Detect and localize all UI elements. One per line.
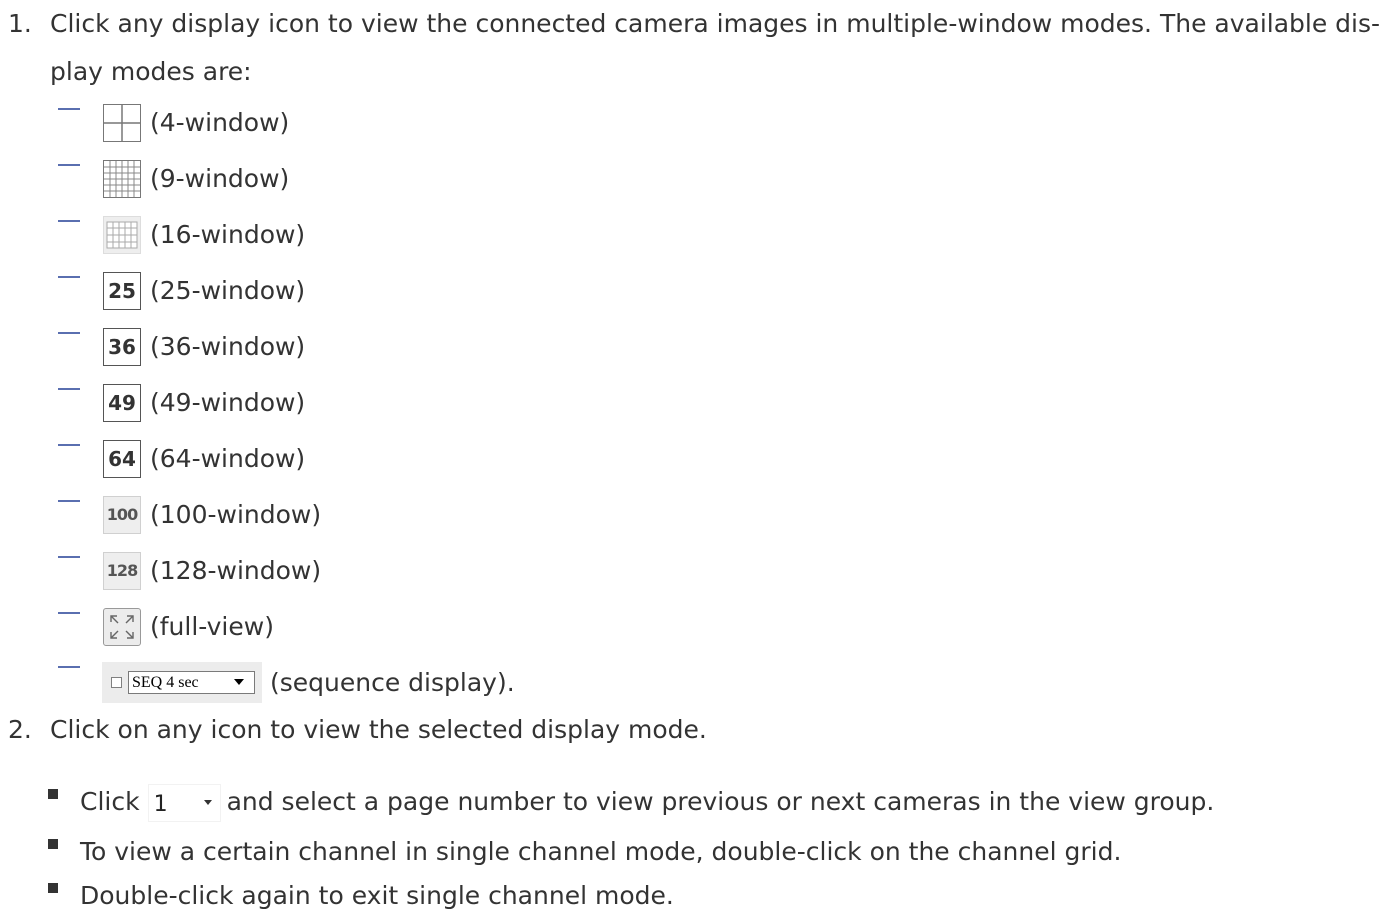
grid-3x3-icon[interactable] (103, 160, 141, 198)
note-exit-single: Double-click again to exit single channe… (44, 878, 1344, 914)
manual-page: 1. Click any display icon to view the co… (0, 0, 1379, 914)
mode-label: (4-window) (150, 108, 290, 137)
mode-item-128-window: 128 (128-window) (57, 552, 657, 592)
grid-4x4-icon[interactable] (103, 216, 141, 254)
sequence-interval-select[interactable]: SEQ 4 sec (128, 671, 255, 694)
dropdown-arrow-icon (234, 679, 244, 685)
mode-label: (49-window) (150, 388, 306, 417)
mode-item-64-window: 64 (64-window) (57, 440, 657, 480)
square-bullet-icon (48, 839, 58, 849)
step-2-text: Click on any icon to view the selected d… (50, 715, 707, 744)
page-number-dropdown[interactable]: 1 (147, 784, 221, 822)
mode-label: (36-window) (150, 332, 306, 361)
dash-marker (58, 500, 80, 502)
grid-100-icon[interactable]: 100 (103, 496, 141, 534)
dash-marker (58, 666, 80, 668)
mode-label: (25-window) (150, 276, 306, 305)
mode-item-36-window: 36 (36-window) (57, 328, 657, 368)
dash-marker (58, 276, 80, 278)
mode-item-9-window: (9-window) (57, 160, 657, 200)
sequence-interval-value: SEQ 4 sec (132, 674, 199, 691)
mode-item-16-window: (16-window) (57, 216, 657, 256)
step-2-number: 2. (8, 715, 32, 744)
note-page-select: Click 1 and select a page number to view… (44, 784, 1344, 822)
dropdown-arrow-icon (203, 800, 212, 805)
mode-label: (9-window) (150, 164, 290, 193)
mode-item-100-window: 100 (100-window) (57, 496, 657, 536)
note-text-after: and select a page number to view previou… (226, 787, 1215, 816)
mode-item-4-window: (4-window) (57, 104, 657, 144)
dash-marker (58, 388, 80, 390)
note-text: To view a certain channel in single chan… (80, 837, 1122, 866)
dash-marker (58, 332, 80, 334)
sequence-control: SEQ 4 sec (102, 662, 262, 703)
step-1-text-line2: play modes are: (50, 57, 252, 86)
grid-128-icon[interactable]: 128 (103, 552, 141, 590)
mode-label: (sequence display). (270, 668, 515, 697)
grid-64-icon[interactable]: 64 (103, 440, 141, 478)
page-number-value: 1 (153, 792, 168, 817)
step-1-text-line1: Click any display icon to view the conne… (50, 9, 1379, 38)
step-1-number: 1. (8, 9, 32, 38)
dash-marker (58, 444, 80, 446)
note-text: Double-click again to exit single channe… (80, 881, 674, 910)
grid-49-icon[interactable]: 49 (103, 384, 141, 422)
grid-25-icon[interactable]: 25 (103, 272, 141, 310)
mode-item-sequence: SEQ 4 sec (sequence display). (57, 662, 757, 703)
mode-item-49-window: 49 (49-window) (57, 384, 657, 424)
sequence-checkbox[interactable] (111, 677, 122, 688)
square-bullet-icon (48, 883, 58, 893)
mode-label: (100-window) (150, 500, 322, 529)
mode-label: (64-window) (150, 444, 306, 473)
dash-marker (58, 108, 80, 110)
mode-label: (full-view) (150, 612, 274, 641)
dash-marker (58, 556, 80, 558)
mode-label: (16-window) (150, 220, 306, 249)
note-text: Click 1 and select a page number to view… (80, 784, 1214, 822)
mode-item-full-view: (full-view) (57, 608, 657, 648)
note-text-before: Click (80, 787, 140, 816)
mode-item-25-window: 25 (25-window) (57, 272, 657, 312)
grid-2x2-icon[interactable] (103, 104, 141, 142)
dash-marker (58, 220, 80, 222)
square-bullet-icon (48, 789, 58, 799)
note-single-channel: To view a certain channel in single chan… (44, 834, 1344, 872)
mode-label: (128-window) (150, 556, 322, 585)
dash-marker (58, 164, 80, 166)
full-view-icon[interactable] (103, 608, 141, 646)
dash-marker (58, 612, 80, 614)
grid-36-icon[interactable]: 36 (103, 328, 141, 366)
